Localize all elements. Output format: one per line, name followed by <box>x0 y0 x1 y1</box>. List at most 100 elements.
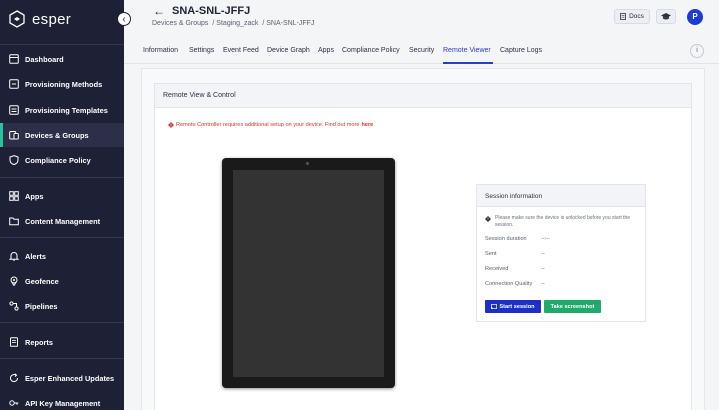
setup-warning: Remote Controller requires additional se… <box>168 122 373 128</box>
divider <box>0 322 124 323</box>
tab-security[interactable]: Security <box>409 47 434 54</box>
divider <box>0 177 124 178</box>
apps-icon <box>9 191 19 201</box>
sidebar-item-apps[interactable]: Apps <box>0 184 124 208</box>
session-row-key: Sent <box>485 251 497 257</box>
sidebar-item-devices-groups[interactable]: Devices & Groups <box>0 123 124 147</box>
sidebar-item-pipelines[interactable]: Pipelines <box>0 294 124 318</box>
session-row-value: --:-- <box>541 236 551 242</box>
page-header: ← SNA-SNL-JFFJ Devices & Groups / Stagin… <box>124 0 719 36</box>
sidebar-item-geofence[interactable]: Geofence <box>0 269 124 293</box>
card-header: Remote View & Control <box>155 84 691 108</box>
esper-logo-icon <box>9 10 25 28</box>
provisioning-icon <box>9 79 19 89</box>
docs-button[interactable]: Docs <box>614 9 650 24</box>
folder-icon <box>9 217 19 226</box>
chevron-left-icon: ‹ <box>122 14 126 25</box>
card-title: Remote View & Control <box>163 92 236 99</box>
brand-name: esper <box>32 10 72 28</box>
breadcrumb-group[interactable]: / Staging_zack <box>212 20 258 27</box>
sidebar-item-label: Alerts <box>25 251 46 261</box>
graduation-cap-icon <box>661 13 671 20</box>
learning-button[interactable] <box>656 9 676 24</box>
breadcrumb-device: / SNA-SNL-JFFJ <box>262 20 315 27</box>
sidebar-item-label: Compliance Policy <box>25 155 91 165</box>
session-row-key: Connection Quality <box>485 281 533 287</box>
sidebar-item-api-key-management[interactable]: API Key Management <box>0 391 124 410</box>
sidebar-item-content-management[interactable]: Content Management <box>0 209 124 233</box>
template-icon <box>9 105 19 115</box>
sidebar-item-label: Esper Enhanced Updates <box>25 373 115 383</box>
divider <box>0 237 124 238</box>
diamond-info-icon <box>485 216 491 222</box>
active-tab-indicator <box>443 62 493 64</box>
sidebar-item-reports[interactable]: Reports <box>0 330 124 354</box>
sidebar-item-label: Content Management <box>25 216 101 226</box>
tab-settings[interactable]: Settings <box>189 47 214 54</box>
back-arrow-icon[interactable]: ← <box>153 4 165 18</box>
pipeline-icon <box>9 301 19 311</box>
tab-information[interactable]: Information <box>143 47 178 54</box>
sidebar-item-provisioning-templates[interactable]: Provisioning Templates <box>0 98 124 122</box>
sidebar-item-label: Reports <box>25 337 53 347</box>
session-note: Please make sure the device is unlocked … <box>485 215 643 229</box>
sidebar-item-provisioning-methods[interactable]: Provisioning Methods <box>0 72 124 96</box>
sidebar-item-label: Apps <box>25 191 44 201</box>
reports-icon <box>10 337 18 347</box>
document-icon <box>620 13 626 20</box>
sidebar-item-alerts[interactable]: Alerts <box>0 244 124 268</box>
main-content: Remote View & Control Remote Controller … <box>141 68 705 410</box>
update-icon <box>10 373 19 383</box>
session-panel: Session information Please make sure the… <box>476 184 646 322</box>
divider <box>0 44 124 45</box>
breadcrumb: Devices & Groups / Staging_zack / SNA-SN… <box>152 20 314 27</box>
sidebar: esper Dashboard Provisioning Methods Pro… <box>0 0 124 410</box>
tab-remote-viewer[interactable]: Remote Viewer <box>443 47 491 54</box>
map-pin-icon <box>10 276 18 286</box>
session-header: Session information <box>477 185 645 207</box>
devices-icon <box>9 131 19 140</box>
info-icon[interactable]: i <box>690 44 704 58</box>
bell-icon <box>9 251 19 261</box>
sidebar-item-label: Pipelines <box>25 301 58 311</box>
avatar[interactable]: P <box>687 9 703 25</box>
warning-text: Remote Controller requires additional se… <box>176 122 360 128</box>
shield-icon <box>9 155 19 165</box>
camera-dot <box>306 162 309 165</box>
key-icon <box>9 400 19 406</box>
start-session-button[interactable]: Start session <box>485 300 541 313</box>
session-row-key: Session duration <box>485 236 527 242</box>
device-tabs: Information Settings Event Feed Device G… <box>124 38 719 64</box>
tab-apps[interactable]: Apps <box>318 47 334 54</box>
divider <box>0 358 124 359</box>
page-title: SNA-SNL-JFFJ <box>172 5 251 17</box>
start-session-label: Start session <box>499 303 535 310</box>
device-screen[interactable] <box>233 170 384 377</box>
warning-icon <box>168 122 174 128</box>
tab-event-feed[interactable]: Event Feed <box>223 47 259 54</box>
session-row-value: -- <box>541 251 545 257</box>
dashboard-icon <box>9 54 19 64</box>
session-title: Session information <box>485 193 543 200</box>
collapse-sidebar-button[interactable]: ‹ <box>117 12 131 26</box>
sidebar-item-label: Dashboard <box>25 54 64 64</box>
session-row-value: -- <box>541 281 545 287</box>
tab-device-graph[interactable]: Device Graph <box>267 47 310 54</box>
tab-compliance-policy[interactable]: Compliance Policy <box>342 47 400 54</box>
take-screenshot-button[interactable]: Take screenshot <box>544 300 601 313</box>
device-preview <box>222 158 395 388</box>
remote-view-card: Remote View & Control Remote Controller … <box>154 83 692 410</box>
warning-link[interactable]: here <box>361 122 373 128</box>
breadcrumb-devices-groups[interactable]: Devices & Groups <box>152 20 208 27</box>
sidebar-item-compliance-policy[interactable]: Compliance Policy <box>0 148 124 172</box>
sidebar-item-label: Provisioning Templates <box>25 105 108 115</box>
session-note-text: Please make sure the device is unlocked … <box>495 215 631 228</box>
session-row-key: Received <box>485 266 509 272</box>
sidebar-item-label: Devices & Groups <box>25 130 89 140</box>
sidebar-item-dashboard[interactable]: Dashboard <box>0 47 124 71</box>
tab-capture-logs[interactable]: Capture Logs <box>500 47 542 54</box>
sidebar-item-label: Provisioning Methods <box>25 79 103 89</box>
brand[interactable]: esper <box>9 9 71 29</box>
cast-icon <box>491 304 498 309</box>
sidebar-item-esper-enhanced-updates[interactable]: Esper Enhanced Updates <box>0 366 124 390</box>
